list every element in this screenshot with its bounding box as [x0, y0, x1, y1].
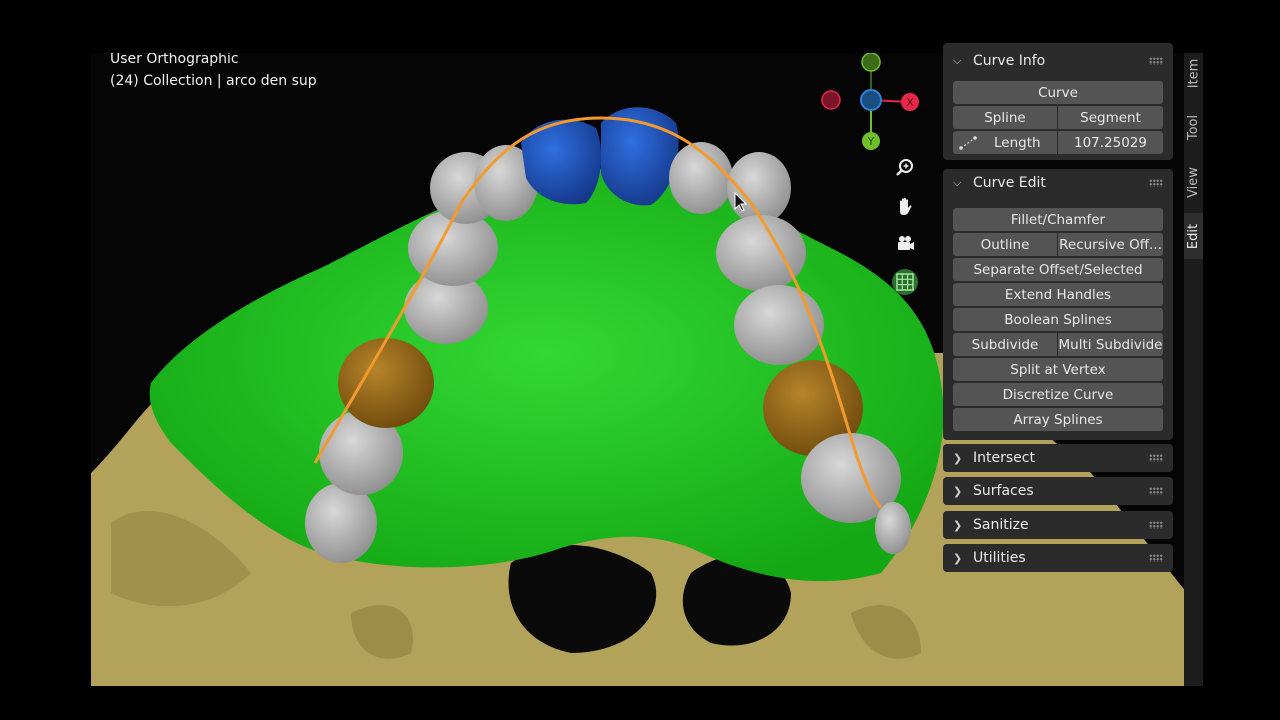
tab-item[interactable]: Item	[1184, 53, 1203, 93]
drag-grip-icon[interactable]	[1149, 521, 1163, 529]
svg-text:X: X	[906, 96, 914, 109]
drag-grip-icon[interactable]	[1149, 454, 1163, 462]
segment-button[interactable]: Segment	[1058, 106, 1163, 129]
curve-info-title: Curve Info	[973, 53, 1046, 69]
tab-view[interactable]: View	[1184, 159, 1203, 205]
curve-edit-panel: ⌵ Curve Edit Fillet/Chamfer Outline Recu…	[943, 169, 1173, 440]
surfaces-header[interactable]: ❯ Surfaces	[943, 477, 1173, 505]
drag-grip-icon[interactable]	[1149, 179, 1163, 187]
length-label: Length	[994, 134, 1041, 151]
fillet-chamfer-button[interactable]: Fillet/Chamfer	[953, 208, 1163, 231]
sanitize-panel[interactable]: ❯ Sanitize	[943, 511, 1173, 539]
gizmo-neg-x	[821, 90, 841, 110]
recursive-offset-button[interactable]: Recursive Off...	[1058, 233, 1163, 256]
discretize-curve-button[interactable]: Discretize Curve	[953, 383, 1163, 406]
array-splines-button[interactable]: Array Splines	[953, 408, 1163, 431]
sanitize-header[interactable]: ❯ Sanitize	[943, 511, 1173, 539]
extend-handles-button[interactable]: Extend Handles	[953, 283, 1163, 306]
utilities-header[interactable]: ❯ Utilities	[943, 544, 1173, 572]
separate-offset-button[interactable]: Separate Offset/Selected	[953, 258, 1163, 281]
curve-button[interactable]: Curve	[953, 81, 1163, 104]
boolean-splines-button[interactable]: Boolean Splines	[953, 308, 1163, 331]
spline-button[interactable]: Spline	[953, 106, 1057, 129]
surfaces-title: Surfaces	[973, 483, 1034, 499]
chevron-down-icon: ⌵	[953, 176, 962, 189]
length-row: Length	[953, 131, 1057, 154]
subdivide-button[interactable]: Subdivide	[953, 333, 1057, 356]
measure-icon	[959, 135, 977, 150]
gizmo-z	[860, 89, 882, 111]
utilities-title: Utilities	[973, 550, 1026, 566]
chevron-right-icon: ❯	[953, 551, 963, 565]
intersect-header[interactable]: ❯ Intersect	[943, 444, 1173, 472]
outline-button[interactable]: Outline	[953, 233, 1057, 256]
tab-edit[interactable]: Edit	[1184, 213, 1203, 259]
intersect-title: Intersect	[973, 450, 1035, 466]
tab-tool[interactable]: Tool	[1184, 105, 1203, 149]
sanitize-title: Sanitize	[973, 517, 1029, 533]
hand-pan-icon[interactable]	[892, 193, 918, 219]
intersect-panel[interactable]: ❯ Intersect	[943, 444, 1173, 472]
gizmo-neg-y	[861, 53, 881, 72]
drag-grip-icon[interactable]	[1149, 487, 1163, 495]
curve-info-panel: ⌵ Curve Info Curve Spline Segment Length…	[943, 43, 1173, 160]
navigation-gizmo[interactable]: X Y	[819, 53, 929, 153]
surfaces-panel[interactable]: ❯ Surfaces	[943, 477, 1173, 505]
utilities-panel[interactable]: ❯ Utilities	[943, 544, 1173, 572]
split-at-vertex-button[interactable]: Split at Vertex	[953, 358, 1163, 381]
chevron-right-icon: ❯	[953, 451, 963, 465]
curve-info-header[interactable]: ⌵ Curve Info	[943, 47, 1173, 75]
chevron-right-icon: ❯	[953, 484, 963, 498]
chevron-down-icon: ⌵	[953, 54, 962, 67]
length-value: 107.25029	[1058, 131, 1163, 154]
drag-grip-icon[interactable]	[1149, 57, 1163, 65]
view-name: User Orthographic	[110, 53, 239, 67]
collection-info: (24) Collection | arco den sup	[110, 73, 317, 89]
curve-edit-title: Curve Edit	[973, 175, 1046, 191]
multi-subdivide-button[interactable]: Multi Subdivide	[1058, 333, 1163, 356]
svg-text:Y: Y	[867, 135, 875, 148]
sidebar-n-panel: ⌵ Curve Info Curve Spline Segment Length…	[943, 43, 1180, 583]
chevron-right-icon: ❯	[953, 518, 963, 532]
curve-edit-header[interactable]: ⌵ Curve Edit	[943, 169, 1173, 197]
zoom-icon[interactable]	[892, 155, 918, 181]
camera-icon[interactable]	[892, 231, 918, 257]
drag-grip-icon[interactable]	[1149, 554, 1163, 562]
grid-ortho-icon[interactable]	[892, 269, 918, 295]
sidebar-tabs: Item Tool View Edit	[1184, 53, 1203, 686]
